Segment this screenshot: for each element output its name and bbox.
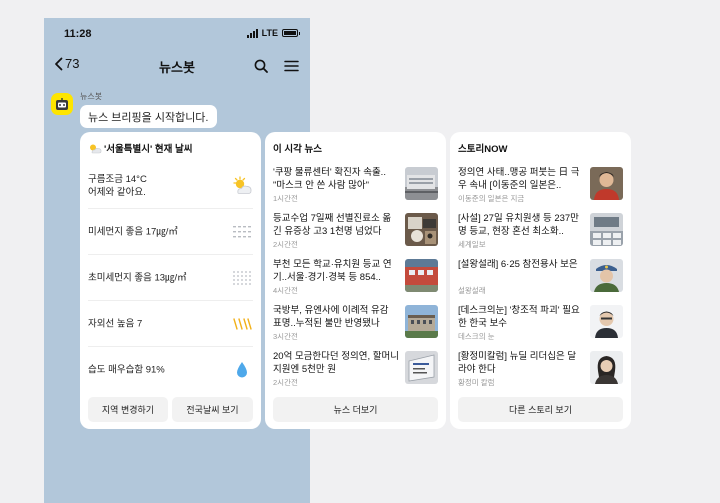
news-time: 2시간전 — [273, 240, 298, 249]
story-headline: [데스크의눈] '창조적 파괴' 필요한 한국 보수 — [458, 305, 580, 329]
news-time: 4시간전 — [273, 286, 298, 295]
ultrafine-dust-text: 초미세먼지 좋음 13㎍/㎥ — [88, 272, 187, 283]
battery-icon — [282, 29, 300, 37]
menu-button[interactable] — [278, 54, 304, 78]
story-headline: [설왕설래] 6·25 참전용사 보은 — [458, 259, 578, 270]
search-button[interactable] — [248, 54, 274, 78]
weather-text: 구름조금 14°C 어제와 같아요. — [88, 173, 147, 199]
story-source: 설왕설래 — [458, 286, 486, 295]
story-headline: [사설] 27일 유치원생 등 237만명 등교, 현장 혼선 최소화.. — [458, 213, 579, 237]
news-headline: 20억 모금한다던 정의연, 할머니 지원엔 5천만 원 — [273, 351, 399, 375]
back-button[interactable]: 73 — [54, 56, 79, 71]
story-item[interactable]: [황정미칼럼] 뉴딜 리더십은 달라야 한다 황정미 칼럼 — [458, 348, 623, 392]
humidity-drop-icon — [231, 359, 253, 381]
news-time: 1시간전 — [273, 194, 298, 203]
partly-cloudy-icon — [231, 175, 253, 197]
news-headline: 부천 모든 학교·유치원 등교 연기..서울·경기·경북 등 854.. — [273, 259, 392, 283]
news-item[interactable]: 국방부, 유엔사에 이례적 유감 표명..누적된 불만 반영됐나 3시간전 — [273, 302, 438, 346]
message-bubble: 뉴스 브리핑을 시작합니다. — [80, 105, 217, 128]
weather-row-sky[interactable]: 구름조금 14°C 어제와 같아요. — [88, 163, 253, 209]
news-card-title: 이 시각 뉴스 — [273, 144, 322, 155]
weather-temp: 구름조금 14°C — [88, 173, 147, 185]
status-indicators: LTE — [246, 28, 300, 38]
story-item[interactable]: 정의연 사태..맹공 퍼붓는 日 극우 속내 [이동준의 일본은.. 이동준의 … — [458, 164, 623, 208]
story-card-title: 스토리NOW — [458, 144, 508, 155]
portrait-thumb — [590, 167, 623, 200]
network-label: LTE — [261, 28, 278, 38]
more-stories-button[interactable]: 다른 스토리 보기 — [458, 397, 623, 422]
weather-title-text: '서울특별시' 현재 날씨 — [104, 144, 193, 155]
weather-compare: 어제와 같아요. — [88, 186, 146, 198]
robot-icon — [56, 97, 68, 110]
story-source: 세계일보 — [458, 240, 486, 249]
hamburger-menu-icon — [283, 60, 299, 72]
story-source: 황정미 칼럼 — [458, 378, 495, 387]
school-thumb — [405, 259, 438, 292]
change-region-button[interactable]: 지역 변경하기 — [88, 397, 168, 422]
humidity-text: 습도 매우습함 91% — [88, 364, 165, 376]
story-source: 데스크의 눈 — [458, 332, 495, 341]
columnist-thumb — [590, 305, 623, 338]
weather-card: '서울특별시' 현재 날씨 구름조금 14°C 어제와 같아요. 미세먼지 좋음 … — [80, 132, 261, 429]
story-item[interactable]: [데스크의눈] '창조적 파괴' 필요한 한국 보수 데스크의 눈 — [458, 302, 623, 346]
bot-avatar[interactable] — [51, 93, 73, 115]
partly-cloudy-small-icon — [90, 144, 102, 153]
sender-name: 뉴스봇 — [80, 92, 103, 101]
more-news-button[interactable]: 뉴스 더보기 — [273, 397, 438, 422]
classroom-thumb — [590, 213, 623, 246]
news-item[interactable]: 20억 모금한다던 정의연, 할머니 지원엔 5천만 원 2시간전 — [273, 348, 438, 392]
story-item[interactable]: [사설] 27일 유치원생 등 237만명 등교, 현장 혼선 최소화.. 세계… — [458, 210, 623, 254]
news-headline: '쿠팡 물류센터' 확진자 속출.. "마스크 안 쓴 사람 많아" — [273, 167, 386, 191]
story-item[interactable]: [설왕설래] 6·25 참전용사 보은 설왕설래 — [458, 256, 623, 300]
veteran-thumb — [590, 259, 623, 292]
story-headline: [황정미칼럼] 뉴딜 리더십은 달라야 한다 — [458, 351, 577, 375]
story-source: 이동준의 일본은 지금 — [458, 194, 525, 203]
building-thumb — [405, 305, 438, 338]
nav-bar: 73 뉴스봇 — [44, 54, 310, 78]
chevron-left-icon — [55, 57, 63, 70]
weather-card-title: '서울특별시' 현재 날씨 — [88, 141, 192, 155]
status-bar: 11:28 LTE — [44, 26, 310, 44]
status-time: 11:28 — [64, 28, 92, 40]
search-icon — [254, 59, 268, 73]
news-headline: 등교수업 7일째 선별진료소 옮긴 유증상 고3 1천명 넘었다 — [273, 213, 392, 237]
fine-dust-text: 미세먼지 좋음 17㎍/㎥ — [88, 226, 178, 237]
news-time: 2시간전 — [273, 378, 298, 387]
news-item[interactable]: 부천 모든 학교·유치원 등교 연기..서울·경기·경북 등 854.. 4시간… — [273, 256, 438, 300]
clinic-thumb — [405, 213, 438, 246]
weather-row-fine-dust[interactable]: 미세먼지 좋음 17㎍/㎥ — [88, 209, 253, 255]
weather-row-humidity[interactable]: 습도 매우습함 91% — [88, 347, 253, 393]
weather-row-ultrafine-dust[interactable]: 초미세먼지 좋음 13㎍/㎥ — [88, 255, 253, 301]
sign-thumb — [405, 351, 438, 384]
warehouse-thumb — [405, 167, 438, 200]
woman-portrait-thumb — [590, 351, 623, 384]
fine-dust-icon — [231, 221, 253, 243]
news-item[interactable]: 등교수업 7일째 선별진료소 옮긴 유증상 고3 1천명 넘었다 2시간전 — [273, 210, 438, 254]
national-weather-button[interactable]: 전국날씨 보기 — [172, 397, 253, 422]
uv-icon — [231, 313, 253, 335]
news-card: 이 시각 뉴스 '쿠팡 물류센터' 확진자 속출.. "마스크 안 쓴 사람 많… — [265, 132, 446, 429]
story-card: 스토리NOW 정의연 사태..맹공 퍼붓는 日 극우 속내 [이동준의 일본은.… — [450, 132, 631, 429]
unread-count: 73 — [65, 56, 80, 71]
story-headline: 정의연 사태..맹공 퍼붓는 日 극우 속내 [이동준의 일본은.. — [458, 167, 580, 191]
ultrafine-dust-icon — [231, 267, 253, 289]
weather-row-uv[interactable]: 자외선 높음 7 — [88, 301, 253, 347]
news-headline: 국방부, 유엔사에 이례적 유감 표명..누적된 불만 반영됐나 — [273, 305, 389, 329]
signal-icon — [246, 28, 258, 38]
news-time: 3시간전 — [273, 332, 298, 341]
news-item[interactable]: '쿠팡 물류센터' 확진자 속출.. "마스크 안 쓴 사람 많아" 1시간전 — [273, 164, 438, 208]
uv-text: 자외선 높음 7 — [88, 318, 143, 329]
